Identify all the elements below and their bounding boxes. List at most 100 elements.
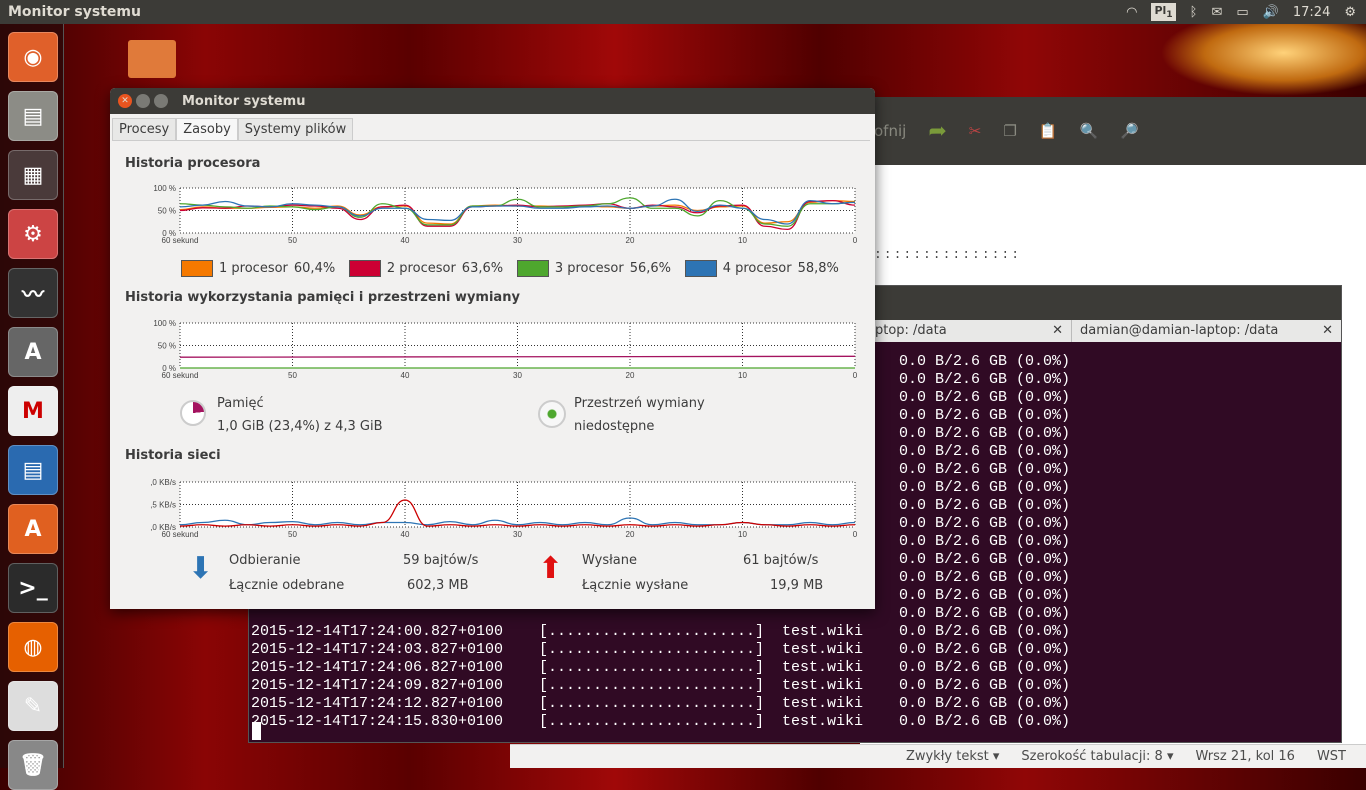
terminal-file: test.wiki [782,677,864,694]
top-panel: Monitor systemu ◠ Pl1 ᛒ ✉ ▭ 🔊 17:24 ⚙ [0,0,1366,24]
ubuntu-dash-icon[interactable]: ◉ [8,32,58,82]
legend-label: 2 procesor [386,261,456,276]
x-tick-label: 20 [626,371,635,380]
y-tick-label: 50 % [158,342,176,351]
color-swatch[interactable] [684,260,717,277]
terminal-line: 0.0 B/2.6 GB (0.0%) [899,569,1071,586]
battery-icon[interactable]: ▭ [1236,5,1248,20]
memory-label: Pamięć [217,396,264,411]
workspace-switcher-icon[interactable]: ▦ [8,150,58,200]
tab-width-selector[interactable]: Szerokość tabulacji: 8 ▾ [1021,749,1173,764]
legend-value: 58,8% [797,261,839,276]
terminal-time: 2015-12-14T17:24:12.827+0100 [251,695,504,712]
terminal-bar: [.......................] [539,695,765,712]
x-tick-label: 0 [853,530,858,539]
paste-icon[interactable]: 📋 [1039,122,1058,140]
gmail-icon[interactable]: M [8,386,58,436]
keyboard-layout-indicator[interactable]: Pl1 [1151,2,1176,22]
desktop-folder-icon[interactable] [128,40,176,78]
system-monitor-icon[interactable]: 〰 [8,268,58,318]
terminal-size: 0.0 B/2.6 GB (0.0%) [899,659,1071,676]
terminal-size: 0.0 B/2.6 GB (0.0%) [899,695,1071,712]
terminal-file: test.wiki [782,641,864,658]
x-tick-label: 10 [738,371,747,380]
terminal-line: 0.0 B/2.6 GB (0.0%) [899,515,1071,532]
sending-rate: 61 bajtów/s [743,553,819,568]
tab-resources[interactable]: Zasoby [176,118,238,140]
total-received-label: Łącznie odebrane [229,578,345,593]
x-tick-label: 0 [853,371,858,380]
receiving-label: Odbieranie [229,553,301,568]
mail-icon[interactable]: ✉ [1211,5,1222,20]
keyboard-layout-index: 1 [1166,9,1173,21]
terminal-line: 0.0 B/2.6 GB (0.0%) [899,443,1071,460]
tab-filesystems[interactable]: Systemy plików [237,118,354,140]
x-tick-label: 20 [626,236,635,245]
gedit-toolbar: ofnij ➦ ✂ ❐ 📋 🔍 🔎 [860,97,1366,165]
cut-icon[interactable]: ✂ [969,122,982,140]
redo-icon[interactable]: ➦ [928,119,946,144]
files-icon[interactable]: ▤ [8,91,58,141]
close-icon[interactable]: ✕ [1322,323,1333,339]
terminal-icon[interactable]: >_ [8,563,58,613]
terminal-file: test.wiki [782,695,864,712]
x-tick-label: 30 [513,530,522,539]
copy-icon[interactable]: ❐ [1003,122,1016,140]
close-icon[interactable]: ✕ [1052,323,1063,339]
syntax-selector[interactable]: Zwykły tekst ▾ [906,749,999,764]
x-tick-label: 60 sekund [162,236,199,245]
software-center-icon[interactable]: A [8,504,58,554]
x-tick-label: 0 [853,236,858,245]
terminal-line: 0.0 B/2.6 GB (0.0%) [899,389,1071,406]
volume-icon[interactable]: 🔊 [1263,5,1279,20]
y-tick-label: 50 % [158,207,176,216]
minimize-button[interactable] [136,94,150,108]
gedit-text-fragment: ::::::::::::::: [874,247,1022,262]
y-tick-label: 100 % [153,319,176,328]
power-icon[interactable]: ⚙ [1344,5,1356,20]
x-tick-label: 30 [513,236,522,245]
terminal-size: 0.0 B/2.6 GB (0.0%) [899,713,1071,730]
color-swatch[interactable] [516,260,549,277]
clock[interactable]: 17:24 [1293,5,1330,20]
cpu-legend-item: 1 procesor 60,4% [181,260,335,277]
swap-value: niedostępne [574,419,655,434]
window-title: Monitor systemu [182,93,306,109]
total-sent-value: 19,9 MB [770,578,824,593]
replace-icon[interactable]: 🔎 [1120,122,1139,140]
terminal-time: 2015-12-14T17:24:15.830+0100 [251,713,504,730]
firefox-icon[interactable]: ◍ [8,622,58,672]
terminal-file: test.wiki [782,659,864,676]
libreoffice-writer-icon[interactable]: ▤ [8,445,58,495]
swap-label: Przestrzeń wymiany [574,396,705,411]
wifi-icon[interactable]: ◠ [1126,5,1137,20]
bluetooth-icon[interactable]: ᛒ [1190,5,1198,20]
y-tick-label: 0,5 KB/s [150,501,176,510]
maximize-button[interactable] [154,94,168,108]
terminal-line: 0.0 B/2.6 GB (0.0%) [899,533,1071,550]
y-tick-label: 100 % [153,184,176,193]
color-swatch[interactable] [181,260,213,277]
network-history-heading: Historia sieci [125,448,221,463]
color-swatch[interactable] [348,260,381,277]
terminal-bar: [.......................] [539,677,765,694]
cpu-history-chart: 0 %50 %100 %60 sekund 50 40 30 20 10 0 [153,184,858,245]
find-icon[interactable]: 🔍 [1079,122,1098,140]
terminal-bar: [.......................] [539,659,765,676]
close-button[interactable]: ✕ [118,94,132,108]
undo-button[interactable]: ofnij [874,122,906,140]
tab-title: damian@damian-laptop: /data [1080,323,1279,338]
legend-label: 1 procesor [219,261,288,276]
terminal-line: 0.0 B/2.6 GB (0.0%) [899,587,1071,604]
trash-icon[interactable]: 🗑 [8,740,58,790]
terminal-time: 2015-12-14T17:24:06.827+0100 [251,659,504,676]
terminal-tab-2[interactable]: damian@damian-laptop: /data ✕ [1071,320,1341,342]
terminal-line: 0.0 B/2.6 GB (0.0%) [899,551,1071,568]
software-updater-icon[interactable]: A [8,327,58,377]
system-settings-icon[interactable]: ⚙ [8,209,58,259]
terminal-line: 0.0 B/2.6 GB (0.0%) [899,353,1071,370]
memory-history-heading: Historia wykorzystania pamięci i przestr… [125,290,520,305]
system-monitor-window: ✕ Monitor systemu Procesy Zasoby Systemy… [110,88,875,609]
text-editor-icon[interactable]: ✎ [8,681,58,731]
tab-processes[interactable]: Procesy [112,118,177,140]
